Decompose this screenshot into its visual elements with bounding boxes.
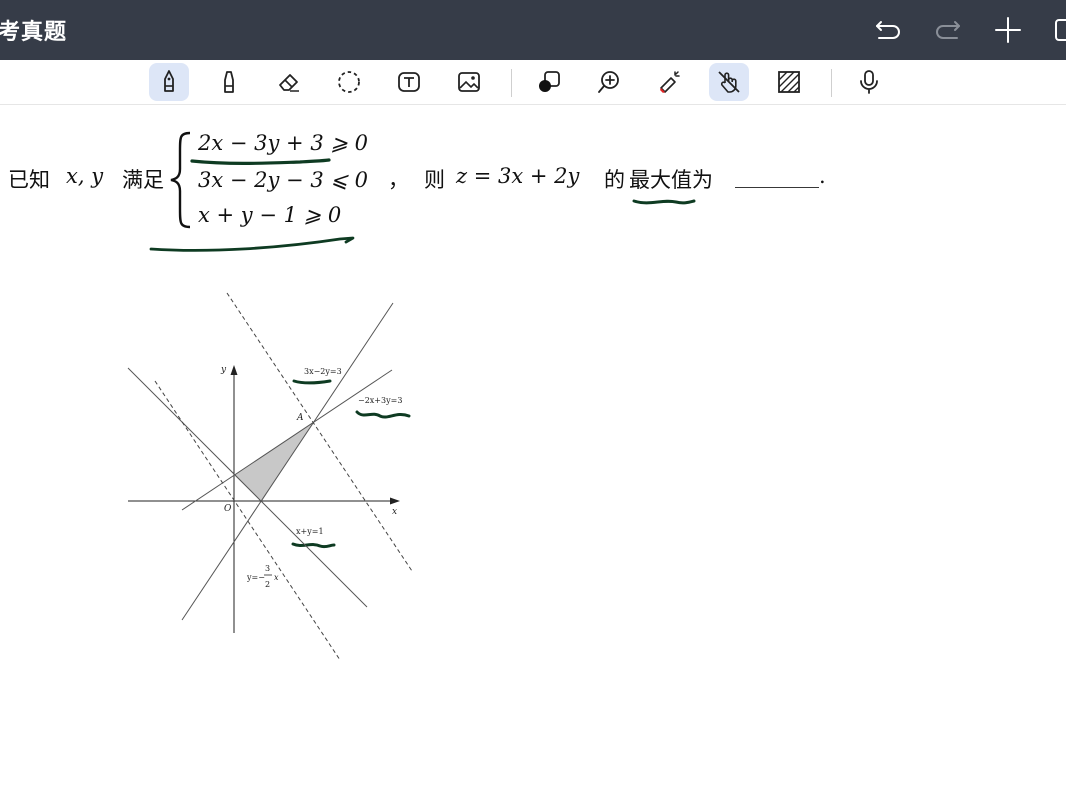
touch-drawing-toggle[interactable]	[709, 63, 749, 101]
laser-pointer-tool[interactable]	[649, 63, 689, 101]
feasible-region	[234, 423, 313, 501]
document-title: 考真题	[0, 20, 68, 45]
pages-icon	[1055, 19, 1066, 41]
zoom-tool[interactable]	[589, 63, 629, 101]
highlighter-tool[interactable]	[209, 63, 249, 101]
objective-line-label: y=−	[246, 573, 265, 582]
x-axis-label: x	[392, 507, 397, 517]
text-box-icon	[398, 72, 420, 92]
zoom-in-icon	[598, 71, 619, 93]
plus-icon	[995, 17, 1021, 43]
shapes-icon	[539, 71, 560, 92]
title-bar: 考真题	[0, 0, 1066, 60]
undo-icon	[876, 21, 900, 39]
lasso-tool[interactable]	[329, 63, 369, 101]
point-a-label: A	[296, 413, 304, 423]
toolbar-divider	[511, 69, 512, 97]
hatch-tool[interactable]	[769, 63, 809, 101]
y-axis-label: y	[220, 365, 227, 375]
line-neg2x-3y-3	[181, 369, 393, 511]
laser-pointer-icon	[660, 71, 680, 93]
pen-tool[interactable]	[149, 63, 189, 101]
line-3-label: x+y=1	[296, 527, 324, 536]
redo-icon	[936, 21, 960, 39]
objective-line-denominator: 2	[265, 580, 270, 589]
pages-button[interactable]	[1050, 14, 1066, 46]
pen-icon	[164, 70, 174, 92]
shapes-tool[interactable]	[529, 63, 569, 101]
text-tool[interactable]	[389, 63, 429, 101]
feasible-region-figure: y x O A 3x−2y=3 −2x+3y=3 x+y=1 y=− 3 2 x	[127, 292, 413, 661]
redo-button[interactable]	[932, 14, 964, 46]
hatch-pattern-icon	[778, 71, 800, 93]
ink-underline-inequality-1	[190, 158, 331, 165]
undo-button[interactable]	[872, 14, 904, 46]
line-3x-2y-3	[181, 302, 394, 621]
toolbar-divider	[831, 69, 832, 97]
ink-underline-system	[149, 236, 355, 252]
objective-line-variable: x	[274, 573, 279, 582]
lasso-select-icon	[338, 71, 360, 93]
drawing-toolbar	[0, 60, 1066, 105]
image-icon	[458, 72, 480, 92]
line-1-label: 3x−2y=3	[304, 367, 342, 376]
hand-touch-icon	[718, 71, 740, 93]
voice-record-tool[interactable]	[849, 63, 889, 101]
origin-label: O	[224, 504, 232, 514]
ink-underline-max-value	[632, 199, 696, 205]
line-2-label: −2x+3y=3	[358, 396, 402, 405]
microphone-icon	[860, 70, 878, 94]
line-x-y-1	[127, 367, 368, 608]
highlighter-icon	[224, 71, 234, 93]
objective-line-numerator: 3	[265, 564, 270, 573]
y-axis-arrow	[230, 365, 238, 375]
image-tool[interactable]	[449, 63, 489, 101]
note-canvas[interactable]: 已知 x, y 满足 2x − 3y + 3 ⩾ 0 3x − 2y − 3 ⩽…	[0, 105, 1066, 800]
add-page-button[interactable]	[992, 14, 1024, 46]
eraser-icon	[279, 74, 299, 92]
eraser-tool[interactable]	[269, 63, 309, 101]
x-axis-arrow	[390, 497, 400, 505]
